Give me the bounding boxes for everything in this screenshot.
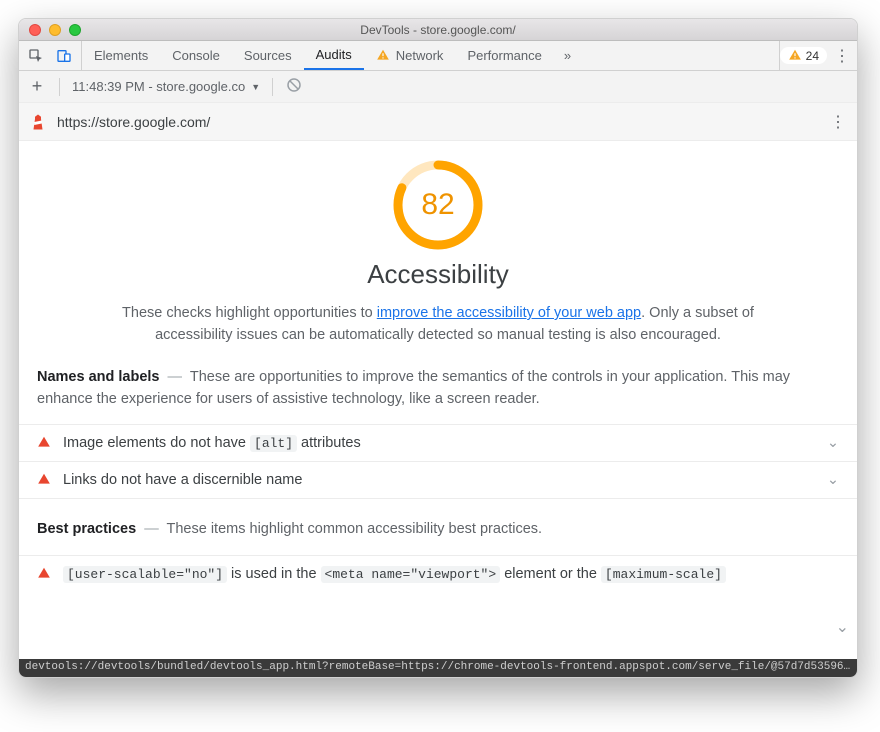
minimize-window-button[interactable]	[49, 24, 61, 36]
audits-list-bp: [user-scalable="no"] is used in the <met…	[19, 555, 857, 592]
report-label: 11:48:39 PM - store.google.co	[72, 79, 245, 94]
device-toolbar-icon[interactable]	[53, 45, 75, 67]
tab-audits[interactable]: Audits	[304, 41, 364, 70]
fail-icon	[37, 435, 51, 451]
status-text: devtools://devtools/bundled/devtools_app…	[25, 661, 857, 673]
audit-row-viewport[interactable]: [user-scalable="no"] is used in the <met…	[19, 556, 857, 592]
titlebar: DevTools - store.google.com/	[19, 19, 857, 41]
tab-sources[interactable]: Sources	[232, 41, 304, 70]
report-content: 82 Accessibility These checks highlight …	[19, 141, 857, 659]
tab-label: Network	[396, 48, 444, 63]
section-names-labels: Names and labels — These are opportuniti…	[19, 367, 857, 411]
warning-count: 24	[806, 49, 819, 63]
clear-icon	[285, 76, 303, 94]
section-heading: Names and labels	[37, 369, 160, 385]
plus-icon: +	[32, 76, 43, 97]
section-heading: Best practices	[37, 521, 136, 537]
audits-list: Image elements do not have [alt] attribu…	[19, 424, 857, 499]
settings-menu-button[interactable]: ⋮	[833, 46, 851, 66]
inspect-element-icon[interactable]	[25, 45, 47, 67]
audits-toolbar: + 11:48:39 PM - store.google.co ▼	[19, 71, 857, 103]
fail-icon	[37, 566, 51, 582]
tab-console[interactable]: Console	[160, 41, 232, 70]
audit-row-link-name[interactable]: Links do not have a discernible name ⌄	[19, 462, 857, 499]
inspect-controls	[19, 41, 82, 70]
traffic-lights	[19, 24, 81, 36]
chevron-down-icon: ⌄	[827, 472, 839, 488]
dash: —	[140, 521, 166, 537]
category-description: These checks highlight opportunities to …	[118, 302, 758, 347]
section-body: These items highlight common accessibili…	[167, 521, 543, 537]
tab-label: Elements	[94, 48, 148, 63]
score-gauge-section: 82 Accessibility These checks highlight …	[19, 159, 857, 347]
tab-label: Performance	[467, 48, 541, 63]
tab-label: Sources	[244, 48, 292, 63]
fail-icon	[37, 472, 51, 488]
warning-icon	[376, 48, 390, 63]
separator	[272, 78, 273, 96]
separator	[59, 78, 60, 96]
more-tabs-button[interactable]: »	[554, 41, 581, 70]
desc-text: These checks highlight opportunities to	[122, 305, 377, 321]
chevron-down-icon: ⌄	[827, 435, 839, 451]
score-gauge: 82	[392, 159, 484, 251]
tab-elements[interactable]: Elements	[82, 41, 160, 70]
status-bar: devtools://devtools/bundled/devtools_app…	[19, 659, 857, 677]
report-selector[interactable]: 11:48:39 PM - store.google.co ▼	[72, 79, 260, 94]
zoom-window-button[interactable]	[69, 24, 81, 36]
tab-performance[interactable]: Performance	[455, 41, 553, 70]
dash: —	[164, 369, 190, 385]
panel-tabs: Elements Console Sources Audits Network …	[82, 41, 581, 70]
audit-title: Links do not have a discernible name	[63, 472, 815, 488]
score-value: 82	[392, 159, 484, 251]
code-token: [alt]	[250, 435, 297, 452]
section-best-practices: Best practices — These items highlight c…	[19, 519, 857, 541]
category-name: Accessibility	[19, 259, 857, 290]
window-title: DevTools - store.google.com/	[19, 23, 857, 37]
tab-label: Console	[172, 48, 220, 63]
audit-url: https://store.google.com/	[57, 114, 210, 130]
lighthouse-icon	[29, 113, 47, 131]
audit-title: [user-scalable="no"] is used in the <met…	[63, 566, 839, 582]
warnings-chip[interactable]: 24	[780, 47, 827, 64]
main-tabstrip: Elements Console Sources Audits Network …	[19, 41, 857, 71]
report-menu-button[interactable]: ⋮	[829, 112, 847, 132]
code-token: [maximum-scale]	[601, 566, 726, 583]
code-token: <meta name="viewport">	[321, 566, 501, 583]
devtools-window: DevTools - store.google.com/ Elements Co…	[18, 18, 858, 678]
new-audit-button[interactable]: +	[27, 77, 47, 97]
tabstrip-right: 24 ⋮	[779, 41, 857, 70]
dropdown-icon: ▼	[251, 82, 260, 92]
more-glyph: »	[564, 48, 571, 63]
audit-title: Image elements do not have [alt] attribu…	[63, 435, 815, 451]
kebab-icon: ⋮	[830, 114, 846, 131]
audit-row-image-alt[interactable]: Image elements do not have [alt] attribu…	[19, 425, 857, 462]
improve-accessibility-link[interactable]: improve the accessibility of your web ap…	[377, 305, 641, 321]
warning-icon	[788, 48, 802, 63]
clear-button[interactable]	[285, 76, 303, 97]
tab-label: Audits	[316, 47, 352, 62]
kebab-icon: ⋮	[834, 48, 850, 65]
tab-network[interactable]: Network	[364, 41, 456, 70]
audit-urlbar: https://store.google.com/ ⋮	[19, 103, 857, 141]
chevron-down-icon: ⌄	[836, 617, 849, 637]
close-window-button[interactable]	[29, 24, 41, 36]
code-token: [user-scalable="no"]	[63, 566, 227, 583]
